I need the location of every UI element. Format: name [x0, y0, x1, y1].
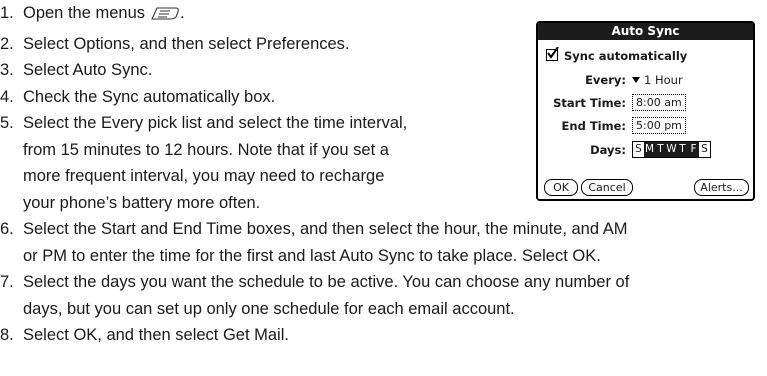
step-text-line: or PM to enter the time for the first an…: [23, 246, 601, 265]
days-row: Days: S M T W T F S: [538, 141, 753, 159]
day-toggle[interactable]: S: [633, 142, 644, 157]
every-value: 1 Hour: [644, 73, 683, 87]
step-1: 1. Open the menus.: [0, 0, 629, 31]
dialog-title: Auto Sync: [538, 23, 753, 40]
step-5: 5. Select the Every pick list and select…: [0, 110, 629, 216]
every-label: Every:: [585, 73, 626, 87]
step-number: 4.: [0, 87, 14, 106]
days-label: Days:: [590, 143, 626, 157]
step-number: 7.: [0, 273, 14, 291]
step-number: 1.: [0, 4, 14, 22]
day-toggle[interactable]: M: [644, 142, 655, 157]
step-text-line: days, but you can set up only one schedu…: [23, 299, 515, 318]
dropdown-triangle-icon: [632, 77, 640, 83]
step-8: 8. Select OK, and then select Get Mail.: [0, 322, 629, 349]
day-toggle[interactable]: W: [666, 142, 677, 157]
every-picklist[interactable]: 1 Hour: [632, 71, 683, 89]
step-number: 5.: [0, 114, 14, 132]
day-toggle[interactable]: T: [677, 142, 688, 157]
day-toggle[interactable]: T: [655, 142, 666, 157]
start-time-field[interactable]: 8:00 am: [632, 94, 686, 111]
sync-automatically-checkbox[interactable]: Sync automatically: [546, 47, 687, 65]
step-number: 8.: [0, 326, 14, 344]
auto-sync-dialog: Auto Sync Sync automatically Every: 1 Ho…: [536, 21, 755, 201]
step-text: Open the menus: [23, 4, 145, 22]
checkbox-checked-icon: [546, 47, 559, 61]
cancel-button[interactable]: Cancel: [581, 179, 633, 196]
step-number: 2.: [0, 34, 14, 53]
step-3: 3. Select Auto Sync.: [0, 57, 629, 84]
checkbox-label: Sync automatically: [564, 49, 688, 63]
end-time-field[interactable]: 5:00 pm: [632, 117, 686, 134]
start-time-row: Start Time: 8:00 am: [538, 94, 753, 112]
step-7: 7. Select the days you want the schedule…: [0, 269, 629, 322]
end-time-label: End Time:: [561, 119, 626, 133]
end-time-row: End Time: 5:00 pm: [538, 117, 753, 135]
instruction-steps: 1. Open the menus. 2. Select Options, an…: [0, 0, 629, 349]
step-text: Select OK, and then select Get Mail.: [23, 326, 289, 344]
step-text-line: Select the Start and End Time boxes, and…: [23, 220, 628, 238]
step-text-line: Select the days you want the schedule to…: [23, 273, 630, 291]
step-number: 6.: [0, 220, 14, 238]
step-2: 2. Select Options, and then select Prefe…: [0, 31, 629, 58]
menu-icon: [150, 4, 180, 31]
ok-button[interactable]: OK: [544, 179, 578, 196]
step-6: 6. Select the Start and End Time boxes, …: [0, 216, 629, 269]
step-number: 3.: [0, 61, 14, 79]
day-toggle[interactable]: S: [699, 142, 710, 157]
days-selector: S M T W T F S: [632, 141, 711, 158]
step-4: 4. Check the Sync automatically box.: [0, 84, 629, 111]
start-time-label: Start Time:: [553, 96, 626, 110]
every-row: Every: 1 Hour: [538, 71, 753, 89]
day-toggle[interactable]: F: [688, 142, 699, 157]
alerts-button[interactable]: Alerts...: [694, 179, 749, 196]
